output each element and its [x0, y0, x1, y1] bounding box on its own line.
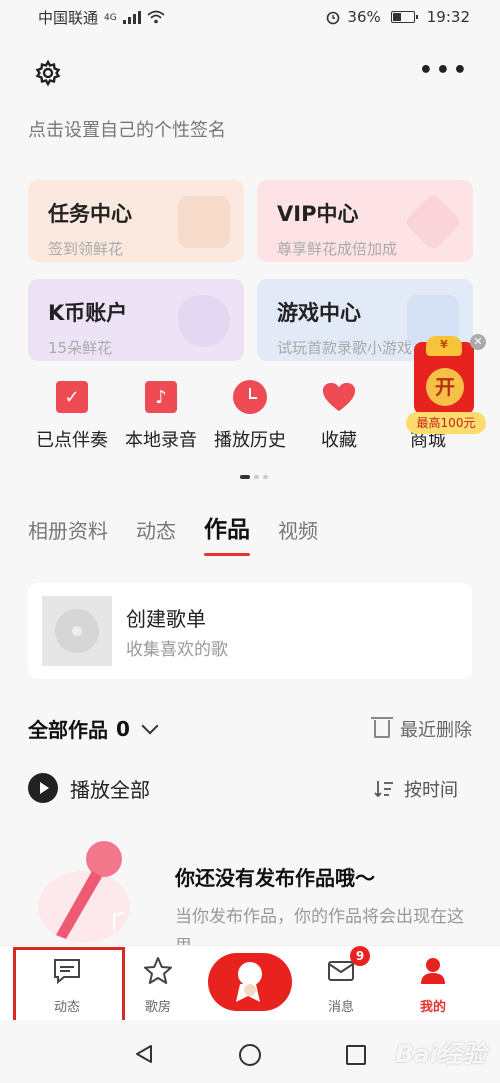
nav-label: 歌房: [144, 1000, 171, 1015]
red-packet-widget[interactable]: ¥ 开 最高100元 ✕: [404, 334, 486, 436]
all-works-label: 全部作品: [28, 718, 108, 742]
clock-time: 19:32: [426, 8, 470, 26]
sort-label: 按时间: [404, 780, 458, 801]
quick-action-label: 已点伴奏: [36, 430, 108, 451]
tab-videos[interactable]: 视频: [278, 515, 318, 556]
profile-header: •••: [0, 55, 500, 91]
play-all-button[interactable]: 播放全部: [28, 773, 150, 803]
flower-icon: [178, 295, 230, 347]
create-playlist-card[interactable]: 创建歌单 收集喜欢的歌: [28, 583, 472, 679]
play-icon: [28, 773, 58, 803]
card-subtitle: 尊享鲜花成倍加成: [277, 240, 398, 258]
record-button[interactable]: [208, 953, 292, 1011]
quick-ordered-accompaniment[interactable]: ✓ 已点伴奏: [24, 380, 120, 452]
back-icon[interactable]: [134, 1044, 154, 1064]
open-button[interactable]: 开: [426, 368, 464, 406]
recent-apps-icon[interactable]: [346, 1045, 366, 1065]
quick-local-recordings[interactable]: ♪ 本地录音: [113, 380, 209, 452]
signal-icon: [122, 10, 141, 24]
all-works-dropdown[interactable]: 全部作品 0: [28, 714, 159, 743]
coin-icon: ¥: [426, 336, 462, 356]
playlist-subtitle: 收集喜欢的歌: [126, 640, 228, 660]
trash-icon: [371, 717, 393, 738]
sort-by-time-button[interactable]: 按时间: [374, 776, 458, 802]
status-bar: 中国联通 4G 36% 19:32: [0, 0, 500, 34]
disc-icon: [42, 596, 112, 666]
clock-icon: [233, 380, 267, 414]
home-icon[interactable]: [239, 1044, 261, 1066]
recently-deleted-button[interactable]: 最近删除: [371, 716, 472, 742]
red-packet-tag: 最高100元: [406, 412, 486, 434]
recently-deleted-label: 最近删除: [400, 720, 472, 741]
vip-center-card[interactable]: VIP中心 尊享鲜花成倍加成: [257, 180, 473, 262]
works-count: 0: [116, 716, 130, 741]
close-icon[interactable]: ✕: [470, 334, 486, 350]
tab-feed[interactable]: 动态: [136, 515, 176, 556]
chevron-down-icon: [141, 717, 159, 734]
signature-prompt[interactable]: 点击设置自己的个性签名: [28, 116, 226, 142]
sort-icon: [374, 781, 393, 798]
gear-icon[interactable]: [34, 59, 62, 87]
quick-action-label: 播放历史: [214, 430, 286, 451]
quick-favorites[interactable]: 收藏: [291, 380, 387, 452]
more-options-button[interactable]: •••: [419, 60, 470, 82]
user-icon: [421, 958, 445, 984]
empty-state-title: 你还没有发布作品哦～: [175, 866, 375, 890]
battery-icon: [390, 11, 418, 23]
carousel-indicator: [240, 475, 268, 479]
tab-works[interactable]: 作品: [204, 510, 250, 556]
calendar-icon: [178, 196, 230, 248]
tab-album-info[interactable]: 相册资料: [28, 515, 108, 556]
quick-play-history[interactable]: 播放历史: [202, 380, 298, 452]
task-center-card[interactable]: 任务中心 签到领鲜花: [28, 180, 244, 262]
music-note-icon: ♪: [145, 381, 177, 413]
check-square-icon: ✓: [56, 381, 88, 413]
microphone-icon: [38, 841, 130, 943]
battery-percent: 36%: [347, 8, 381, 26]
nav-messages[interactable]: 消息: [306, 956, 376, 1015]
play-all-label: 播放全部: [70, 777, 150, 802]
alarm-icon: [327, 11, 340, 25]
nav-me[interactable]: 我的: [398, 956, 468, 1015]
nav-label: 我的: [419, 1000, 446, 1015]
profile-tabs: 相册资料 动态 作品 视频: [28, 510, 318, 556]
watermark: Bai经验: [395, 1040, 486, 1068]
playlist-title: 创建歌单: [126, 607, 206, 631]
heart-icon: [322, 382, 356, 412]
nav-label: 消息: [327, 1000, 354, 1015]
carrier-name: 中国联通: [38, 8, 99, 27]
network-type: 4G: [104, 12, 117, 23]
message-count-badge: 9: [350, 946, 370, 966]
kcoin-account-card[interactable]: K币账户 15朵鲜花: [28, 279, 244, 361]
wifi-icon: [147, 10, 165, 24]
quick-action-label: 本地录音: [125, 430, 197, 451]
nav-rooms[interactable]: 歌房: [123, 956, 193, 1015]
star-icon: [144, 957, 172, 984]
quick-action-label: 收藏: [321, 430, 357, 451]
empty-state-subtitle: 当你发布作品，你的作品将会出现在这里: [175, 907, 464, 948]
sing-icon: [236, 962, 262, 1002]
